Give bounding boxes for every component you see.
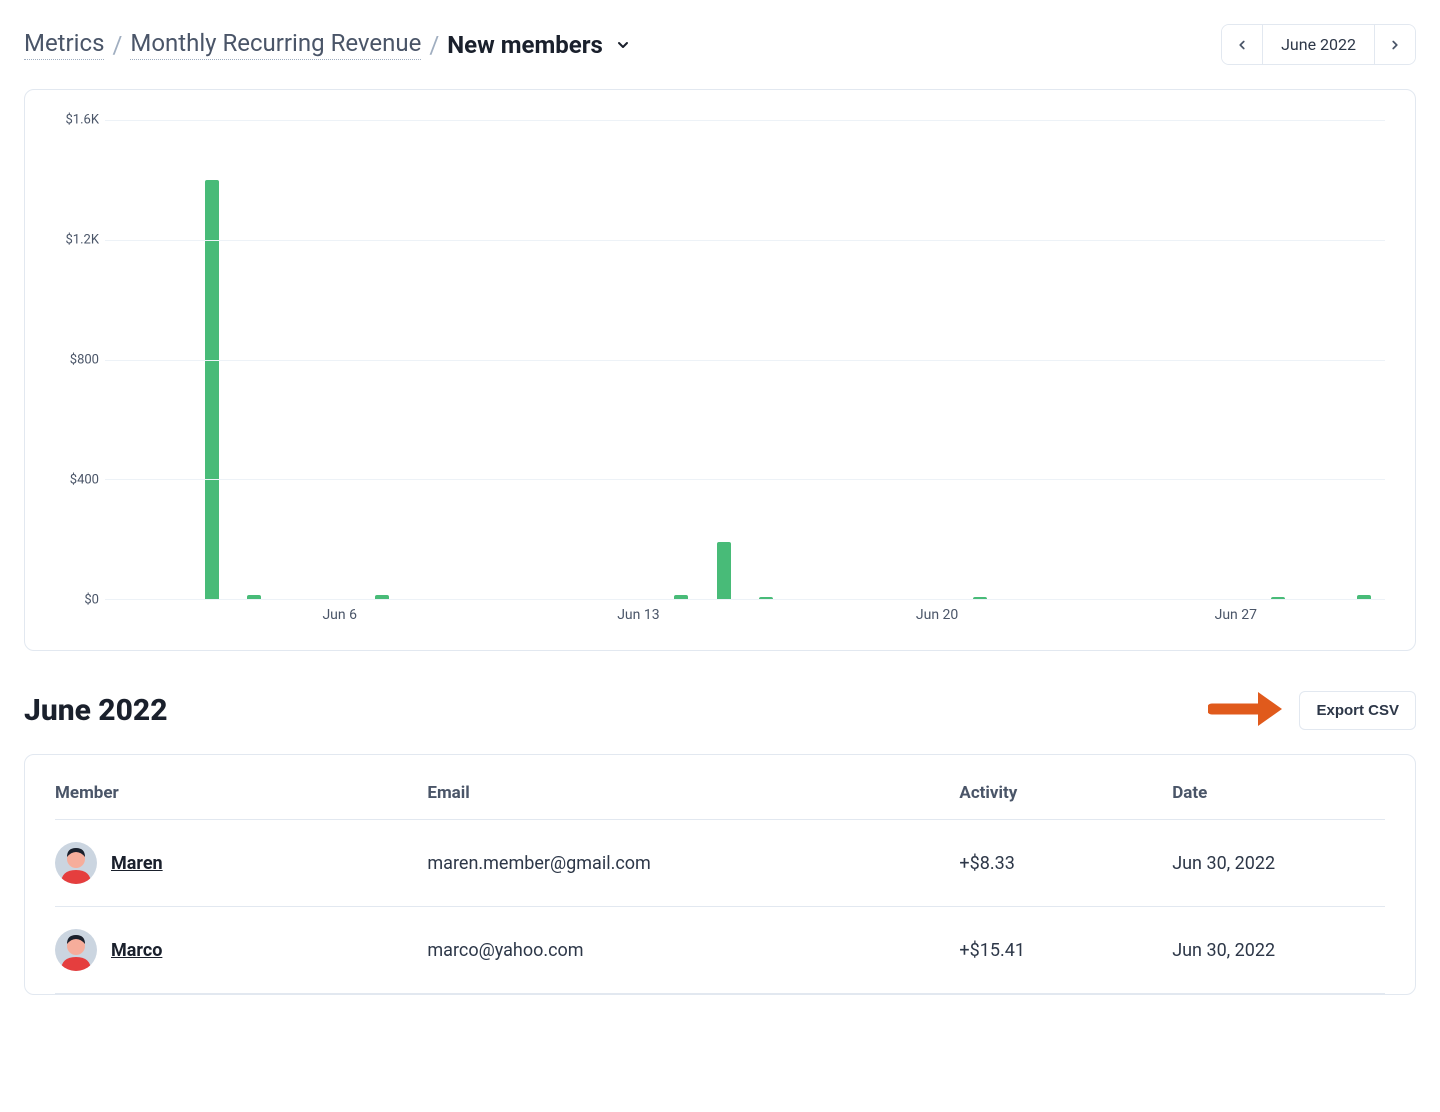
- col-header-activity: Activity: [959, 755, 1172, 820]
- chart-area: $0$400$800$1.2K$1.6K: [55, 120, 1385, 600]
- chevron-right-icon: [1388, 38, 1402, 52]
- avatar: [55, 842, 97, 884]
- chart-gridline: [105, 360, 1385, 361]
- cell-member: Marco: [55, 907, 427, 994]
- x-tick-slot: Jun 20: [916, 607, 959, 623]
- chart-gridline: [105, 120, 1385, 121]
- arrow-annotation-icon: [1208, 686, 1286, 736]
- table-row: Maren maren.member@gmail.com+$8.33Jun 30,…: [55, 820, 1385, 907]
- prev-month-button[interactable]: [1222, 25, 1262, 64]
- chart-gridline: [105, 240, 1385, 241]
- section-title: June 2022: [24, 693, 168, 728]
- y-tick-label: $400: [70, 473, 99, 488]
- chart-gridline: [105, 479, 1385, 480]
- avatar: [55, 929, 97, 971]
- col-header-member: Member: [55, 755, 427, 820]
- breadcrumb-current[interactable]: New members: [447, 31, 631, 59]
- export-csv-button[interactable]: Export CSV: [1299, 691, 1416, 730]
- member-name-link[interactable]: Marco: [111, 940, 162, 961]
- col-header-date: Date: [1172, 755, 1385, 820]
- cell-member: Maren: [55, 820, 427, 907]
- breadcrumb-separator: /: [429, 31, 439, 59]
- chevron-left-icon: [1235, 38, 1249, 52]
- x-axis: Jun 6 Jun 13 Jun 20 Jun 27: [105, 600, 1385, 630]
- chart-bar[interactable]: [717, 542, 731, 599]
- section-header: June 2022 Export CSV: [24, 691, 1416, 730]
- topbar: Metrics / Monthly Recurring Revenue / Ne…: [24, 24, 1416, 65]
- cell-date: Jun 30, 2022: [1172, 820, 1385, 907]
- y-tick-label: $0: [84, 593, 99, 608]
- cell-activity: +$15.41: [959, 907, 1172, 994]
- member-name-link[interactable]: Maren: [111, 853, 163, 874]
- members-table: Member Email Activity Date Maren maren.me…: [55, 755, 1385, 994]
- next-month-button[interactable]: [1375, 25, 1415, 64]
- month-label[interactable]: June 2022: [1262, 25, 1375, 64]
- breadcrumb-root[interactable]: Metrics: [24, 29, 104, 60]
- table-row: Marco marco@yahoo.com+$15.41Jun 30, 2022: [55, 907, 1385, 994]
- breadcrumb-current-label: New members: [447, 31, 603, 59]
- members-table-card: Member Email Activity Date Maren maren.me…: [24, 754, 1416, 995]
- cell-activity: +$8.33: [959, 820, 1172, 907]
- chart-card: $0$400$800$1.2K$1.6K Jun 6Jun 13Jun 20Ju…: [24, 89, 1416, 651]
- y-axis: $0$400$800$1.2K$1.6K: [55, 120, 105, 600]
- y-tick-label: $1.2K: [65, 233, 99, 248]
- breadcrumb-parent[interactable]: Monthly Recurring Revenue: [130, 29, 421, 60]
- chart-bar[interactable]: [205, 180, 219, 599]
- x-tick-slot: Jun 13: [617, 607, 660, 623]
- cell-date: Jun 30, 2022: [1172, 907, 1385, 994]
- y-tick-label: $1.6K: [65, 113, 99, 128]
- x-tick-slot: Jun 6: [318, 607, 361, 623]
- breadcrumb: Metrics / Monthly Recurring Revenue / Ne…: [24, 29, 631, 60]
- chart-plot: [105, 120, 1385, 600]
- month-navigator: June 2022: [1221, 24, 1416, 65]
- y-tick-label: $800: [70, 353, 99, 368]
- breadcrumb-separator: /: [112, 31, 122, 59]
- chevron-down-icon: [615, 31, 631, 59]
- cell-email: marco@yahoo.com: [427, 907, 959, 994]
- x-tick-slot: Jun 27: [1214, 607, 1257, 623]
- col-header-email: Email: [427, 755, 959, 820]
- cell-email: maren.member@gmail.com: [427, 820, 959, 907]
